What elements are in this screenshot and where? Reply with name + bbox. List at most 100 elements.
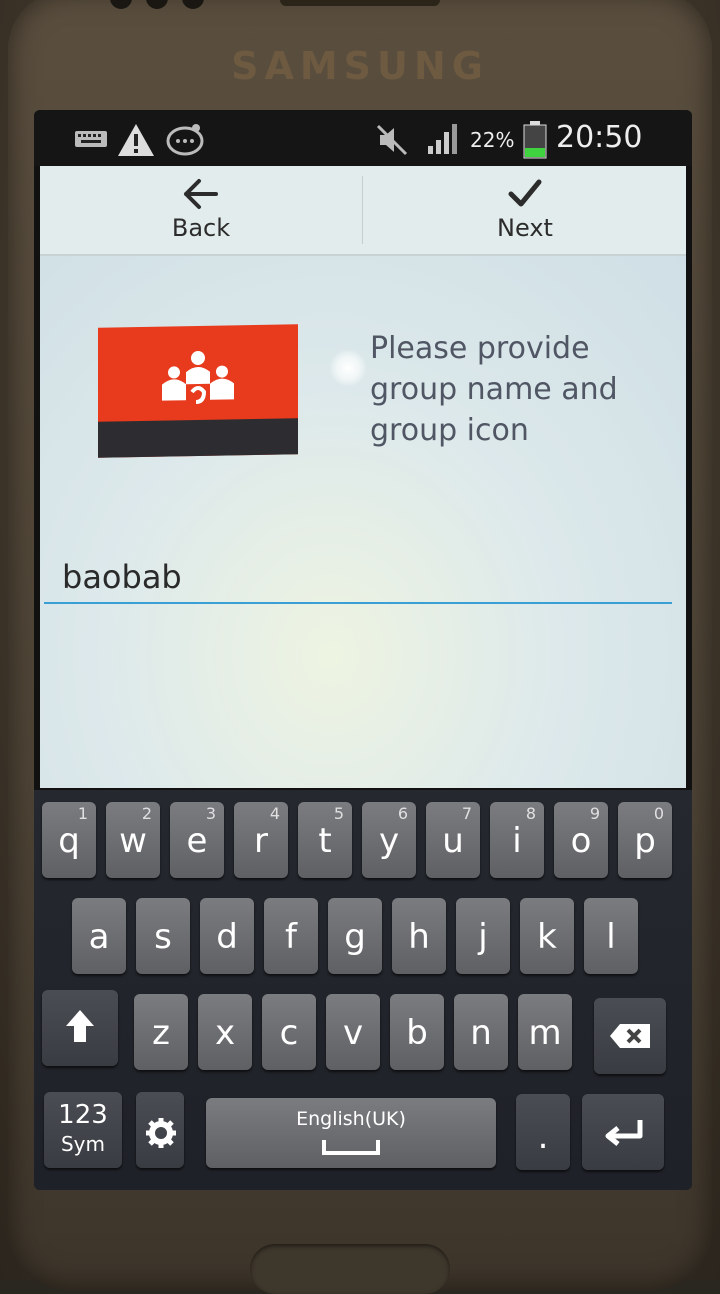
enter-key[interactable]	[582, 1094, 664, 1170]
space-key-language: English(UK)	[296, 1108, 406, 1130]
key-r[interactable]: r4	[234, 802, 288, 878]
home-button[interactable]	[250, 1244, 450, 1294]
key-m[interactable]: m	[518, 994, 572, 1070]
key-label: a	[88, 917, 110, 957]
action-bar-divider	[362, 176, 363, 244]
settings-key[interactable]	[136, 1092, 184, 1168]
checkmark-icon	[508, 179, 542, 207]
device-brand: SAMSUNG	[231, 44, 489, 88]
back-arrow-icon	[184, 179, 218, 209]
key-label: e	[186, 821, 208, 861]
key-u[interactable]: u7	[426, 802, 480, 878]
key-label: d	[216, 917, 238, 957]
shift-arrow-icon	[66, 1010, 94, 1042]
sym-key[interactable]: 123 Sym	[44, 1092, 122, 1168]
sym-key-top-label: 123	[58, 1100, 108, 1130]
key-label: p	[634, 821, 656, 861]
key-label: x	[214, 1013, 236, 1053]
period-key[interactable]: .	[516, 1094, 570, 1170]
key-number-hint: 3	[205, 804, 216, 823]
key-p[interactable]: p0	[618, 802, 672, 878]
space-bar-icon	[322, 1140, 380, 1155]
key-c[interactable]: c	[262, 994, 316, 1070]
key-n[interactable]: n	[454, 994, 508, 1070]
gear-icon	[146, 1118, 176, 1148]
warning-icon	[116, 122, 156, 162]
backspace-key[interactable]	[594, 998, 666, 1074]
status-bar: 22% 20:50	[34, 110, 692, 166]
key-number-hint: 4	[269, 804, 280, 823]
chat-bubble-icon	[164, 122, 206, 162]
key-number-hint: 2	[141, 804, 152, 823]
screen: 22% 20:50 Back Next Please provide group…	[34, 110, 692, 1190]
key-number-hint: 1	[77, 804, 88, 823]
key-s[interactable]: s	[136, 898, 190, 974]
mute-icon	[374, 122, 410, 162]
key-f[interactable]: f	[264, 898, 318, 974]
period-key-label: .	[537, 1117, 549, 1157]
keyboard-icon	[74, 128, 108, 154]
key-g[interactable]: g	[328, 898, 382, 974]
key-q[interactable]: q1	[42, 802, 96, 878]
key-label: l	[606, 917, 616, 957]
key-label: z	[152, 1013, 170, 1053]
key-a[interactable]: a	[72, 898, 126, 974]
key-label: u	[442, 821, 464, 861]
key-label: f	[285, 917, 297, 957]
key-label: i	[512, 821, 522, 861]
key-label: h	[408, 917, 430, 957]
shift-key[interactable]	[42, 990, 118, 1066]
key-j[interactable]: j	[456, 898, 510, 974]
key-e[interactable]: e3	[170, 802, 224, 878]
camera-flash-reflection	[330, 350, 366, 386]
group-icon-picker[interactable]	[98, 324, 298, 458]
sensor-dots	[110, 0, 218, 13]
key-b[interactable]: b	[390, 994, 444, 1070]
key-v[interactable]: v	[326, 994, 380, 1070]
key-k[interactable]: k	[520, 898, 574, 974]
group-icon-footer	[98, 418, 298, 458]
key-label: r	[254, 821, 268, 861]
key-label: m	[528, 1013, 562, 1053]
key-number-hint: 7	[461, 804, 472, 823]
key-d[interactable]: d	[200, 898, 254, 974]
key-label: k	[537, 917, 557, 957]
key-h[interactable]: h	[392, 898, 446, 974]
battery-icon	[522, 120, 548, 164]
key-label: v	[342, 1013, 364, 1053]
key-label: c	[279, 1013, 299, 1053]
clock: 20:50	[556, 120, 643, 155]
key-y[interactable]: y6	[362, 802, 416, 878]
key-label: o	[570, 821, 592, 861]
action-bar: Back Next	[40, 166, 686, 256]
key-label: s	[154, 917, 172, 957]
key-label: n	[470, 1013, 492, 1053]
key-o[interactable]: o9	[554, 802, 608, 878]
battery-percent: 22%	[470, 128, 515, 152]
key-w[interactable]: w2	[106, 802, 160, 878]
key-label: y	[378, 821, 400, 861]
next-label: Next	[497, 214, 553, 242]
key-label: q	[58, 821, 80, 861]
back-button[interactable]: Back	[40, 166, 362, 254]
key-z[interactable]: z	[134, 994, 188, 1070]
key-label: g	[344, 917, 366, 957]
instruction-text: Please provide group name and group icon	[370, 331, 618, 448]
next-button[interactable]: Next	[364, 166, 686, 254]
key-t[interactable]: t5	[298, 802, 352, 878]
key-number-hint: 8	[525, 804, 536, 823]
key-x[interactable]: x	[198, 994, 252, 1070]
backspace-icon	[610, 1024, 650, 1048]
key-number-hint: 9	[589, 804, 600, 823]
enter-icon	[605, 1120, 643, 1146]
back-label: Back	[171, 214, 231, 242]
key-label: t	[318, 821, 332, 861]
group-name-input[interactable]	[44, 552, 672, 604]
key-l[interactable]: l	[584, 898, 638, 974]
key-i[interactable]: i8	[490, 802, 544, 878]
signal-icon	[426, 122, 460, 160]
space-key[interactable]: English(UK)	[206, 1098, 496, 1168]
key-number-hint: 6	[397, 804, 408, 823]
soft-keyboard: 123 Sym English(UK) . q1w2e3r4t5y6u7i8o9…	[34, 790, 692, 1190]
key-label: b	[406, 1013, 428, 1053]
